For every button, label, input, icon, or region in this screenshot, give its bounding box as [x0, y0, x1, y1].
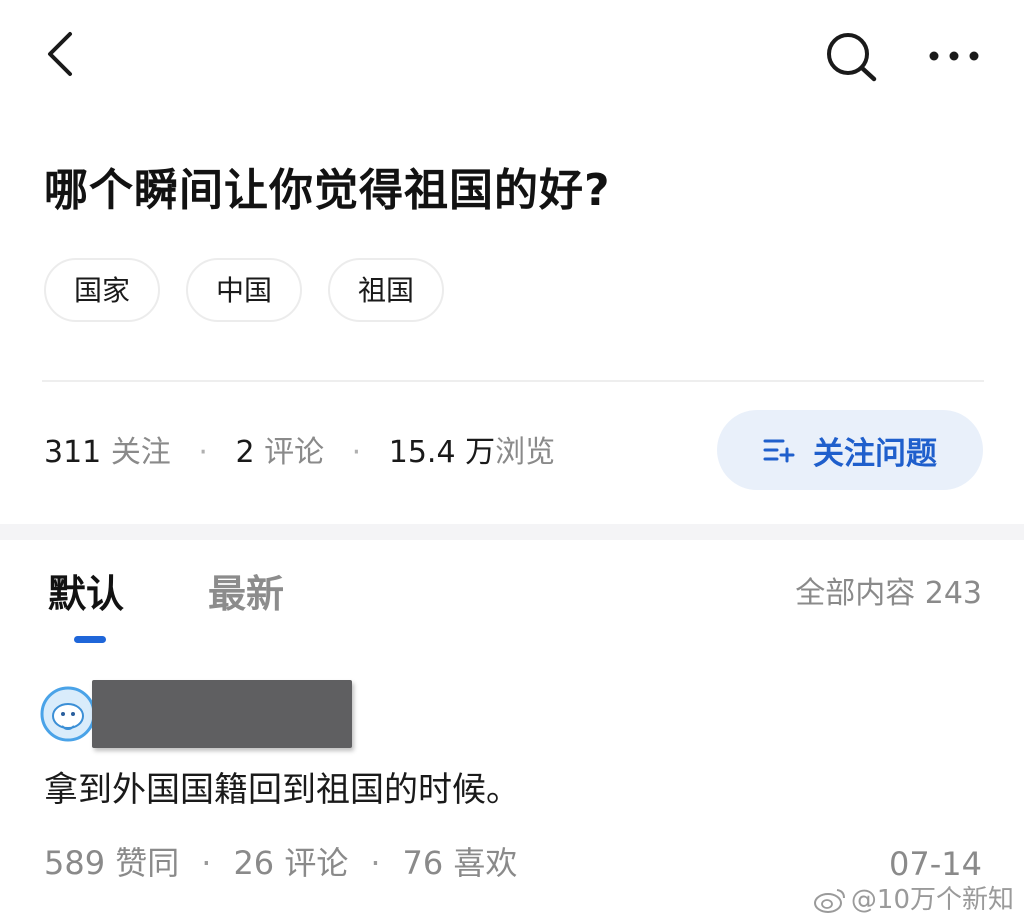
topic-tag[interactable]: 中国 [186, 258, 303, 322]
weibo-icon [813, 889, 845, 913]
followers-count: 311 [44, 435, 102, 470]
search-icon[interactable] [822, 28, 880, 84]
follow-list-plus-icon [763, 439, 795, 463]
answer-stats: 589 赞同 · 26 评论 · 76 喜欢 [44, 838, 517, 888]
active-tab-indicator [74, 636, 106, 643]
topic-tags: 国家 中国 祖国 [44, 258, 470, 322]
follow-question-label: 关注问题 [813, 435, 937, 472]
comments-count[interactable]: 2 [235, 435, 254, 470]
avatar[interactable] [40, 686, 96, 742]
watermark: @10万个新知 [813, 880, 1014, 920]
views-label: 浏览 [495, 435, 556, 470]
question-stats: 311 关注 · 2 评论 · 15.4 万浏览 [44, 428, 555, 478]
separator-dot: · [370, 844, 381, 882]
topic-tag[interactable]: 祖国 [328, 258, 445, 322]
all-content-count: 全部内容 243 [795, 576, 982, 611]
answer-comment-count[interactable]: 26 评论 [233, 844, 348, 882]
separator-dot: · [201, 844, 212, 882]
like-count[interactable]: 76 喜欢 [403, 844, 518, 882]
separator-dot: · [198, 435, 208, 470]
comments-label[interactable]: 评论 [264, 435, 324, 470]
upvote-count[interactable]: 589 赞同 [44, 844, 179, 882]
answer-excerpt[interactable]: 拿到外国国籍回到祖国的时候。 [44, 764, 520, 816]
divider [42, 380, 984, 382]
follow-question-button[interactable]: 关注问题 [717, 410, 983, 490]
top-navigation-bar [0, 0, 1024, 110]
watermark-text: @10万个新知 [850, 885, 1014, 915]
chevron-left-icon[interactable] [36, 28, 88, 80]
section-separator [0, 524, 1024, 540]
tab-newest[interactable]: 最新 [208, 566, 284, 622]
more-dots-icon[interactable] [924, 36, 984, 76]
tab-default[interactable]: 默认 [48, 566, 124, 622]
topic-tag[interactable]: 国家 [44, 258, 161, 322]
question-title: 哪个瞬间让你觉得祖国的好? [44, 165, 611, 216]
views-count: 15.4 万 [388, 435, 496, 470]
followers-label: 关注 [110, 435, 171, 470]
redacted-username [92, 680, 352, 748]
separator-dot: · [351, 435, 362, 470]
